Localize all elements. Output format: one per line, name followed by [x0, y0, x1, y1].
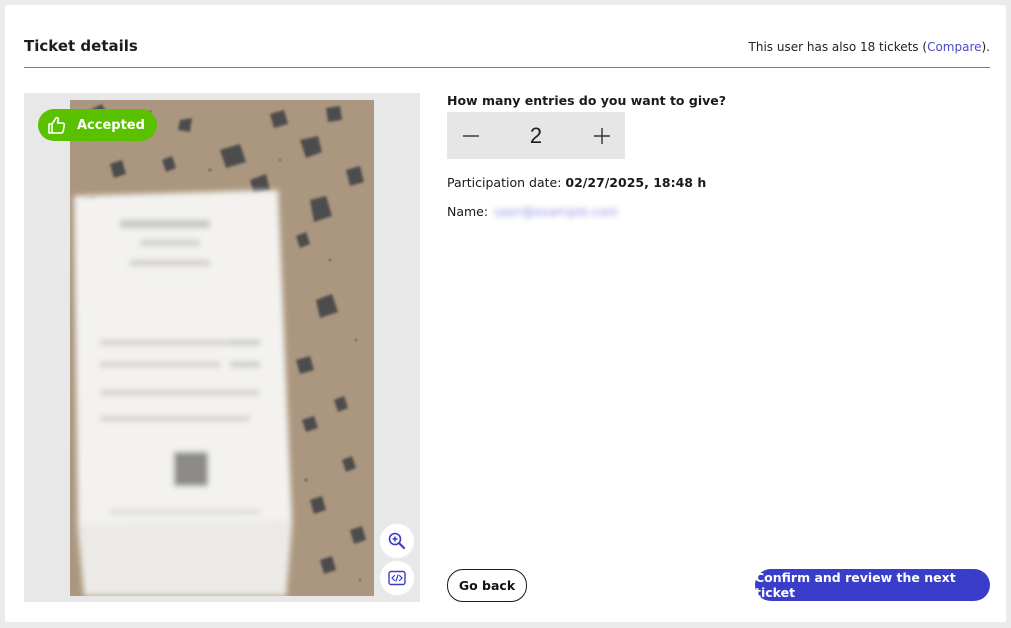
header: Ticket details This user has also 18 tic… [24, 33, 990, 68]
participation-label: Participation date: [447, 175, 562, 190]
entries-stepper: 2 [447, 112, 625, 159]
ticket-image-panel: Accepted [24, 93, 420, 602]
thumbs-up-icon [48, 116, 66, 134]
increment-button[interactable] [578, 112, 625, 159]
decrement-button[interactable] [447, 112, 494, 159]
zoom-button[interactable] [380, 524, 414, 558]
code-view-button[interactable] [380, 561, 414, 595]
code-view-icon [388, 570, 406, 586]
compare-link[interactable]: Compare [927, 40, 981, 54]
tickets-note-suffix: ). [981, 40, 991, 54]
confirm-next-button[interactable]: Confirm and review the next ticket [755, 569, 990, 601]
ticket-details-card: Ticket details This user has also 18 tic… [5, 5, 1006, 622]
entries-value[interactable]: 2 [494, 123, 578, 149]
name-row: Name: user@example.com [447, 204, 618, 219]
status-badge: Accepted [38, 109, 157, 141]
zoom-in-icon [388, 532, 406, 550]
minus-icon [462, 134, 479, 137]
participation-date: Participation date: 02/27/2025, 18:48 h [447, 175, 706, 190]
page-title: Ticket details [24, 37, 138, 55]
name-label: Name: [447, 204, 489, 219]
entries-question: How many entries do you want to give? [447, 93, 726, 108]
status-label: Accepted [77, 117, 145, 133]
tickets-note-prefix: This user has also 18 tickets ( [748, 40, 928, 54]
participation-value: 02/27/2025, 18:48 h [565, 175, 707, 190]
tickets-note: This user has also 18 tickets (Compare). [749, 40, 990, 54]
receipt-photo [70, 100, 374, 596]
name-value[interactable]: user@example.com [494, 204, 618, 219]
entries-pane: How many entries do you want to give? 2 … [447, 93, 990, 602]
plus-icon [593, 127, 610, 144]
go-back-button[interactable]: Go back [447, 569, 527, 602]
